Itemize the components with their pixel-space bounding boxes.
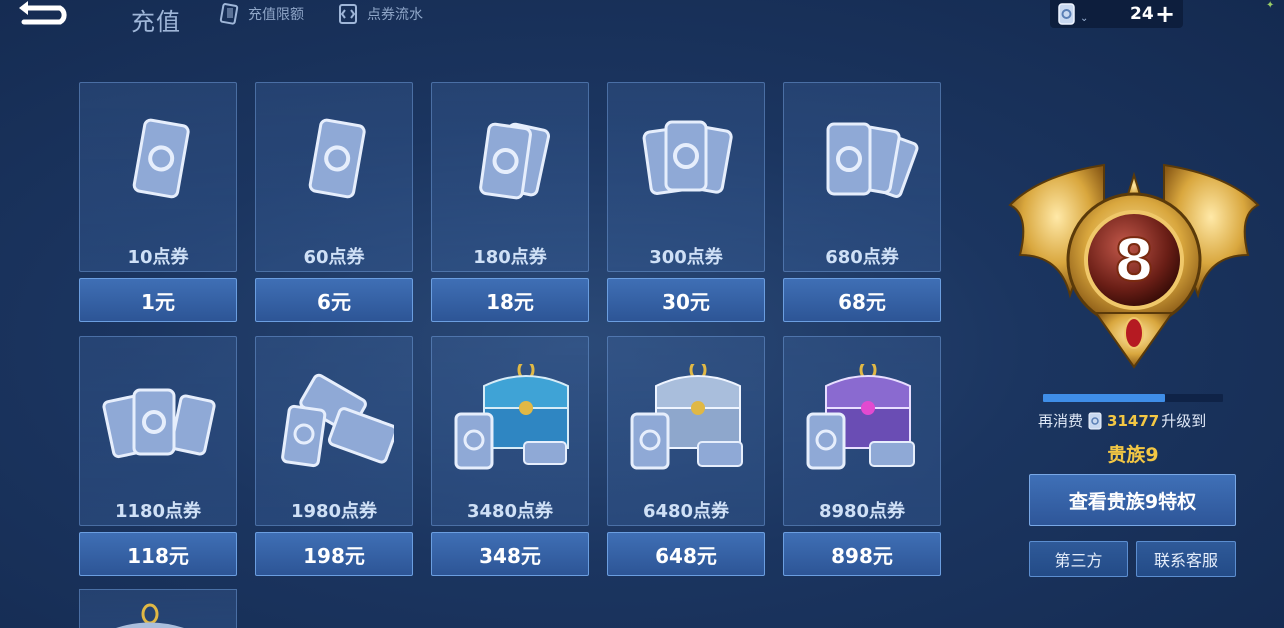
price-button[interactable]: 18元 bbox=[431, 278, 589, 322]
product-tile[interactable]: 60点券 6元 bbox=[255, 82, 413, 322]
price-button[interactable]: 6元 bbox=[255, 278, 413, 322]
ticket-history-icon bbox=[339, 4, 357, 24]
chevron-down-icon[interactable]: ⌄ bbox=[1080, 13, 1088, 24]
upgrade-hint: 再消费 31477 升级到 bbox=[1038, 410, 1238, 431]
product-points: 6480点券 bbox=[642, 501, 730, 522]
three-voucher-cards-icon bbox=[642, 120, 733, 195]
currency-display: ⌄ 24 + bbox=[1050, 0, 1183, 28]
product-points: 180点券 bbox=[473, 247, 547, 268]
blue-treasure-chest-icon bbox=[454, 364, 569, 470]
price-button[interactable]: 648元 bbox=[607, 532, 765, 576]
product-tile[interactable]: 3480点券 348元 bbox=[431, 336, 589, 576]
price-button[interactable]: 198元 bbox=[255, 532, 413, 576]
back-arrow-icon[interactable] bbox=[14, 0, 74, 26]
currency-amount: 24 bbox=[1130, 4, 1154, 24]
price-button[interactable]: 118元 bbox=[79, 532, 237, 576]
product-tile[interactable]: 1980点券 198元 bbox=[255, 336, 413, 576]
noble-progress-bar bbox=[1043, 394, 1223, 402]
product-tile[interactable]: 10点券 1元 bbox=[79, 82, 237, 322]
product-points: 3480点券 bbox=[466, 501, 554, 522]
voucher-card-pile-icon bbox=[102, 388, 216, 459]
noble-level-number: 8 bbox=[1114, 226, 1154, 294]
product-tile[interactable]: 6480点券 648元 bbox=[607, 336, 765, 576]
two-voucher-cards-icon bbox=[479, 122, 551, 200]
corner-decoration-icon: ✦ bbox=[1266, 0, 1275, 11]
voucher-coin-icon bbox=[1058, 3, 1075, 25]
contact-support-button[interactable]: 联系客服 bbox=[1136, 541, 1236, 577]
recharge-limit-link[interactable]: 充值限额 bbox=[218, 3, 304, 25]
price-button[interactable]: 898元 bbox=[783, 532, 941, 576]
voucher-coin-icon bbox=[1088, 412, 1102, 429]
single-voucher-card-icon bbox=[308, 118, 366, 199]
upgrade-amount: 31477 bbox=[1107, 411, 1160, 430]
page-title: 充值 bbox=[131, 8, 181, 36]
product-points: 8980点券 bbox=[818, 501, 906, 522]
fan-voucher-cards-icon bbox=[826, 122, 919, 198]
upgrade-suffix: 升级到 bbox=[1161, 412, 1207, 430]
product-tile[interactable]: 8980点券 898元 bbox=[783, 336, 941, 576]
recharge-limit-label: 充值限额 bbox=[248, 7, 304, 23]
product-tile[interactable]: 300点券 30元 bbox=[607, 82, 765, 322]
product-tile[interactable]: 680点券 68元 bbox=[783, 82, 941, 322]
single-voucher-card-icon bbox=[132, 118, 190, 199]
purple-treasure-chest-icon bbox=[806, 364, 915, 470]
product-points: 680点券 bbox=[825, 247, 899, 268]
add-currency-button[interactable]: + bbox=[1155, 0, 1175, 28]
third-party-button[interactable]: 第三方 bbox=[1029, 541, 1128, 577]
product-tile[interactable]: 180点券 18元 bbox=[431, 82, 589, 322]
noble-level-emblem: 8 bbox=[1008, 163, 1260, 369]
card-limit-icon bbox=[219, 3, 239, 25]
product-tile[interactable]: 1180点券 118元 bbox=[79, 336, 237, 576]
product-points: 300点券 bbox=[649, 247, 723, 268]
price-button[interactable]: 68元 bbox=[783, 278, 941, 322]
product-tile-partial[interactable] bbox=[79, 589, 237, 628]
price-button[interactable]: 30元 bbox=[607, 278, 765, 322]
price-button[interactable]: 1元 bbox=[79, 278, 237, 322]
voucher-history-label: 点券流水 bbox=[367, 7, 423, 23]
silver-treasure-chest-icon bbox=[630, 364, 743, 470]
product-points: 60点券 bbox=[303, 247, 365, 268]
view-privilege-button[interactable]: 查看贵族9特权 bbox=[1029, 474, 1236, 526]
noble-progress-fill bbox=[1043, 394, 1166, 402]
product-points: 1980点券 bbox=[290, 501, 378, 522]
product-points: 10点券 bbox=[127, 247, 189, 268]
next-noble-level: 贵族9 bbox=[1107, 444, 1159, 466]
price-button[interactable]: 348元 bbox=[431, 532, 589, 576]
voucher-card-stack-icon bbox=[281, 373, 394, 468]
upgrade-prefix: 再消费 bbox=[1038, 412, 1084, 430]
product-points: 1180点券 bbox=[114, 501, 202, 522]
treasure-chest-icon bbox=[116, 603, 184, 628]
voucher-history-link[interactable]: 点券流水 bbox=[337, 3, 423, 25]
